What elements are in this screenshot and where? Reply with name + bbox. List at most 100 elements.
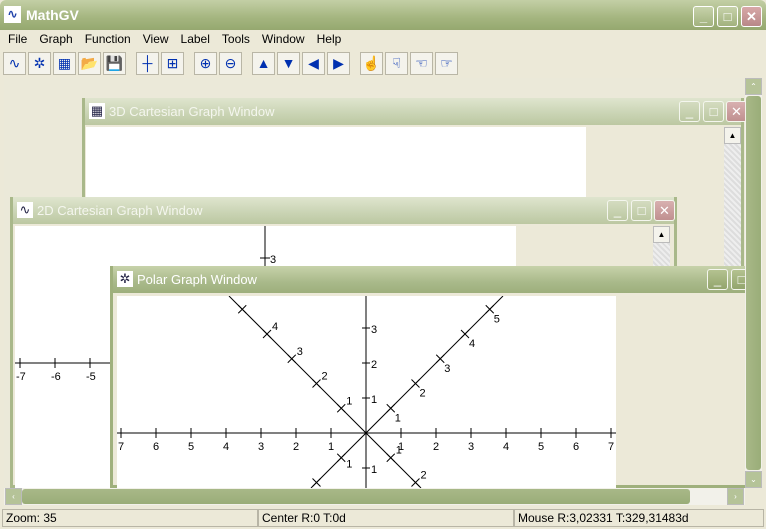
move-left-icon: ◀ [308,55,319,71]
scroll-up-button[interactable]: ⌃ [745,78,762,95]
maximize-button[interactable]: □ [717,6,738,27]
scroll-thumb[interactable] [746,96,761,470]
hand-up-button[interactable]: ☝ [360,52,383,75]
diagonal-tick [336,453,346,463]
move-up-icon: ▲ [256,55,271,71]
close-button[interactable]: ✕ [654,200,675,221]
hand-down-button[interactable]: ☟ [385,52,408,75]
hand-right-icon: ☞ [440,55,453,71]
y-tick-label: 1 [371,394,377,406]
main-vertical-scrollbar[interactable]: ⌃ ⌄ [745,78,762,488]
move-left-button[interactable]: ◀ [302,52,325,75]
menu-bar: File Graph Function View Label Tools Window Hel… [2,30,347,48]
diagonal-tick-label: 4 [272,321,278,333]
window-title: Polar Graph Window [137,272,257,287]
axes-button[interactable]: ┼ [136,52,159,75]
y-tick-label: 3 [371,324,377,336]
polar-graph-button[interactable]: ✲ [28,52,51,75]
2d-graph-button[interactable]: ∿ [3,52,26,75]
diagonal-tick [411,478,420,487]
y-tick-label: 2 [371,359,377,371]
zoom-in-button[interactable]: ⊕ [194,52,217,75]
scroll-thumb[interactable] [22,489,690,504]
diagonal-tick [312,478,321,487]
x-tick-label: 7 [608,441,614,453]
scroll-down-button[interactable]: ⌄ [745,471,762,488]
window-title-bar[interactable]: ▦ 3D Cartesian Graph Window _ □ ✕ [85,98,745,125]
minimize-button[interactable]: _ [607,200,628,221]
x-tick-label: 5 [188,441,194,453]
polar-graph-icon: ✲ [33,55,46,71]
axes-icon: ┼ [142,55,153,71]
menu-function[interactable]: Function [79,30,137,48]
polar-grid-icon: ✲ [117,271,133,287]
maximize-button[interactable]: □ [703,101,724,122]
diagonal-tick-label: 3 [444,363,450,375]
hand-right-button[interactable]: ☞ [435,52,458,75]
polar-graph-canvas[interactable]: 11 22 33 44 55 66 771123111122233445 [117,296,616,488]
diagonal-tick-label: 1 [346,459,352,471]
diagonal-tick [460,329,470,339]
minimize-button[interactable]: _ [693,6,714,27]
menu-file[interactable]: File [2,30,33,48]
graph-canvas[interactable] [86,127,586,207]
diagonal-tick-label: 2 [420,469,426,481]
x-tick-label: -6 [51,371,61,383]
diagonal-tick-label: 2 [419,388,425,400]
save-button[interactable]: 💾 [103,52,126,75]
move-down-icon: ▼ [281,55,296,71]
diagonal-tick [287,354,297,364]
menu-window[interactable]: Window [256,30,311,48]
close-button[interactable]: ✕ [726,101,745,122]
diagonal-tick [336,403,346,413]
diagonal-tick-label: 1 [395,412,401,424]
window-title-bar[interactable]: ∿ 2D Cartesian Graph Window _ □ ✕ [13,197,675,224]
open-button[interactable]: 📂 [78,52,101,75]
diagonal-tick-label: 5 [494,313,500,325]
zoom-out-icon: ⊖ [224,55,237,71]
window-title-bar[interactable]: ✲ Polar Graph Window _ □ [113,266,745,293]
maximize-button[interactable]: □ [631,200,652,221]
diagonal-tick-label: 1 [396,445,402,457]
x-tick-label: 6 [153,441,159,453]
minimize-button[interactable]: _ [707,269,728,290]
scroll-left-button[interactable]: ‹ [5,488,22,505]
maximize-button[interactable]: □ [731,269,745,290]
menu-tools[interactable]: Tools [216,30,256,48]
zoom-in-icon: ⊕ [199,55,212,71]
close-button[interactable]: ✕ [741,6,762,27]
3d-graph-button[interactable]: ▦ [53,52,76,75]
x-tick-label: 2 [433,441,439,453]
menu-view[interactable]: View [137,30,175,48]
minimize-button[interactable]: _ [679,101,700,122]
menu-label[interactable]: Label [175,30,216,48]
grid-button[interactable]: ⊞ [161,52,184,75]
status-center: Center R:0 T:0d [258,509,514,527]
x-tick-label: 3 [468,441,474,453]
diagonal-tick-label: 2 [322,371,328,383]
hand-down-icon: ☟ [392,55,401,71]
x-tick-label: -5 [86,371,96,383]
move-down-button[interactable]: ▼ [277,52,300,75]
main-horizontal-scrollbar[interactable]: ‹ › [4,488,745,505]
x-tick-label: 4 [223,441,229,453]
scroll-up-button[interactable]: ▲ [653,226,670,243]
diagonal-tick [312,379,321,388]
hand-left-button[interactable]: ☜ [410,52,433,75]
app-title-bar: ∿ MathGV _ □ ✕ [0,0,766,30]
x-tick-label: -7 [16,371,26,383]
diagonal-tick [262,329,272,339]
status-mouse: Mouse R:3,02331 T:329,31483d [514,509,764,527]
menu-help[interactable]: Help [311,30,348,48]
hand-left-icon: ☜ [415,55,428,71]
diagonal-tick-label: 1 [346,395,352,407]
menu-graph[interactable]: Graph [33,30,78,48]
app-title: MathGV [26,7,79,23]
scroll-right-button[interactable]: › [727,488,744,505]
move-right-button[interactable]: ▶ [327,52,350,75]
zoom-out-button[interactable]: ⊖ [219,52,242,75]
x-tick-label: 3 [258,441,264,453]
scroll-up-button[interactable]: ▲ [724,127,741,144]
diagonal-tick [237,304,247,314]
move-up-button[interactable]: ▲ [252,52,275,75]
